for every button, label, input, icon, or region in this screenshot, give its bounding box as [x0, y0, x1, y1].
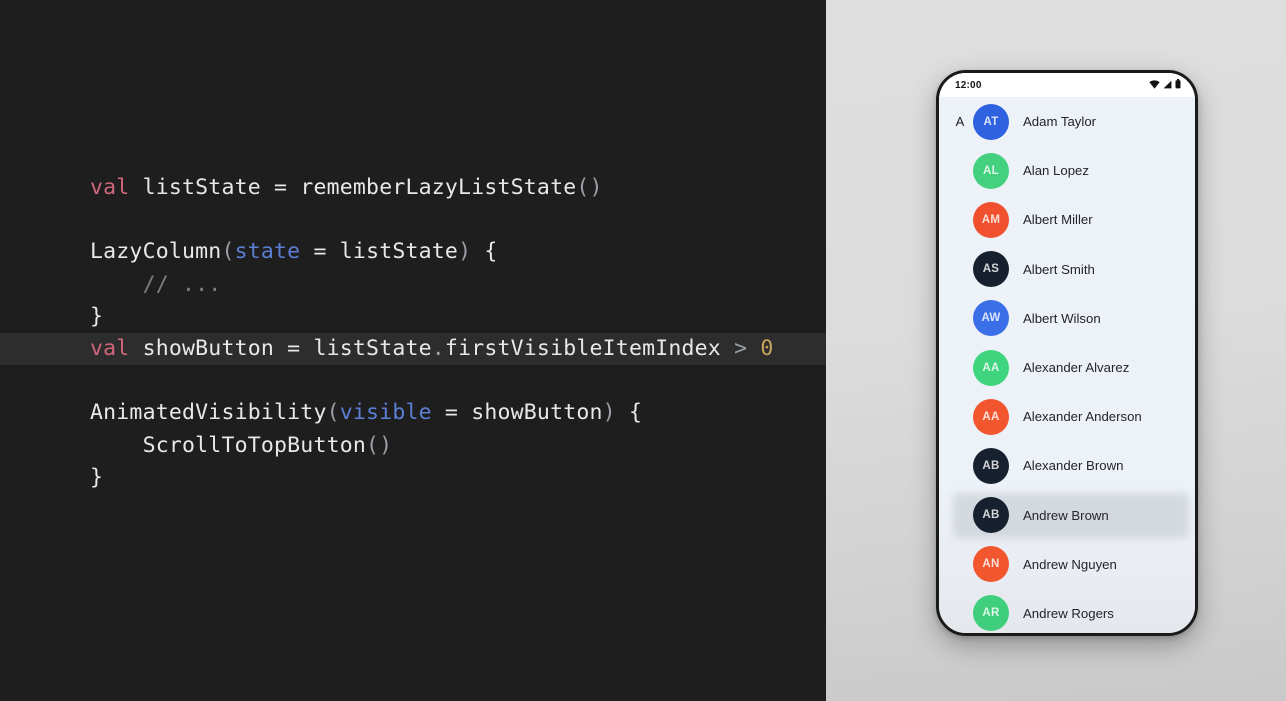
code-line: AnimatedVisibility(visible = showButton)… — [0, 397, 826, 429]
code-token: } — [90, 464, 104, 490]
code-token: LazyColumn — [90, 239, 222, 265]
contact-list-item[interactable]: AR Andrew Rogers — [939, 589, 1195, 633]
avatar: AT — [973, 103, 1009, 140]
avatar: AA — [973, 349, 1009, 386]
avatar: AB — [973, 497, 1009, 534]
code-block: val listState = rememberLazyListState() … — [0, 172, 826, 494]
code-token: = — [287, 335, 314, 361]
code-token: } — [90, 303, 104, 329]
code-token: > — [734, 335, 748, 361]
contact-name: Albert Smith — [1023, 261, 1095, 277]
code-token: visible — [339, 400, 432, 426]
battery-icon — [1175, 76, 1181, 94]
wifi-icon — [1149, 76, 1160, 94]
contact-name: Alan Lopez — [1023, 163, 1089, 179]
contact-name: Andrew Brown — [1023, 507, 1109, 523]
contact-list-item[interactable]: A AT Adam Taylor — [939, 97, 1195, 146]
phone-preview-panel: 12:00 A AT Adam Taylor AL Alan Lopez AM … — [826, 0, 1286, 701]
code-line — [0, 365, 826, 397]
code-token: = — [431, 400, 472, 426]
contact-name: Albert Miller — [1023, 212, 1093, 228]
code-token: val — [90, 175, 130, 200]
code-token: = — [274, 175, 301, 200]
avatar: AM — [973, 201, 1009, 238]
code-line: // ... — [0, 269, 826, 301]
code-token: () — [576, 175, 603, 200]
contact-list[interactable]: A AT Adam Taylor AL Alan Lopez AM Albert Mille… — [939, 97, 1195, 633]
avatar: AS — [973, 251, 1009, 288]
code-token: { — [615, 400, 643, 426]
signal-icon — [1163, 76, 1172, 94]
contact-name: Alexander Alvarez — [1023, 360, 1130, 376]
contact-list-item[interactable]: AA Alexander Alvarez — [939, 343, 1195, 392]
code-token: ( — [326, 400, 340, 426]
contact-list-item[interactable]: AB Alexander Brown — [939, 441, 1195, 490]
contact-list-item[interactable]: AM Albert Miller — [939, 195, 1195, 244]
contact-name: Alexander Anderson — [1023, 409, 1142, 425]
contact-name: Andrew Nguyen — [1023, 556, 1117, 572]
code-token: ( — [221, 239, 235, 265]
avatar: AW — [973, 300, 1009, 337]
avatar: AL — [973, 152, 1009, 189]
code-token: { — [471, 239, 498, 265]
phone-device-frame: 12:00 A AT Adam Taylor AL Alan Lopez AM … — [936, 70, 1198, 636]
section-header-letter: A — [955, 114, 965, 130]
code-token: rememberLazyListState — [300, 175, 577, 200]
code-token: = — [300, 239, 340, 265]
code-line — [0, 204, 826, 236]
status-bar-icons — [1149, 76, 1181, 94]
screenshot-root: val listState = rememberLazyListState() … — [0, 0, 1286, 701]
code-line: } — [0, 301, 826, 333]
contact-name: Andrew Rogers — [1023, 605, 1114, 621]
contact-name: Albert Wilson — [1023, 310, 1101, 326]
code-token: showButton — [129, 335, 288, 361]
avatar: AA — [973, 398, 1009, 435]
code-token: . — [431, 335, 445, 361]
contact-list-item[interactable]: AB Andrew Brown — [939, 491, 1195, 540]
code-token: state — [234, 239, 301, 265]
status-bar: 12:00 — [939, 73, 1195, 97]
code-line: val showButton = listState.firstVisibleI… — [0, 332, 826, 366]
contact-name: Adam Taylor — [1023, 114, 1097, 130]
code-panel: val listState = rememberLazyListState() … — [0, 0, 826, 701]
code-line: ScrollToTopButton() — [0, 430, 826, 462]
code-line: val listState = rememberLazyListState() — [0, 172, 826, 204]
contact-name: Alexander Brown — [1023, 458, 1124, 474]
code-token: ScrollToTopButton — [90, 432, 367, 458]
avatar: AN — [973, 546, 1009, 583]
code-token: // ... — [90, 271, 222, 297]
code-token: ) — [458, 239, 472, 265]
code-token: ) — [602, 400, 616, 426]
avatar: AB — [973, 447, 1009, 484]
status-bar-time: 12:00 — [955, 79, 982, 91]
code-token: AnimatedVisibility — [90, 400, 327, 426]
code-token: 0 — [760, 335, 774, 361]
contact-list-item[interactable]: AW Albert Wilson — [939, 294, 1195, 343]
code-token: listState — [129, 175, 275, 200]
code-token: () — [366, 432, 393, 458]
avatar: AR — [973, 595, 1009, 632]
contact-list-item[interactable]: AS Albert Smith — [939, 245, 1195, 294]
code-line: } — [0, 462, 826, 494]
code-token: firstVisibleItemIndex — [444, 335, 721, 361]
code-token: val — [90, 335, 130, 361]
code-token: listState — [313, 335, 432, 361]
code-token: listState — [339, 239, 459, 265]
code-token: showButton — [471, 400, 603, 426]
contact-list-item[interactable]: AA Alexander Anderson — [939, 392, 1195, 441]
contact-list-item[interactable]: AL Alan Lopez — [939, 146, 1195, 195]
contact-list-item[interactable]: AN Andrew Nguyen — [939, 540, 1195, 589]
code-line: LazyColumn(state = listState) { — [0, 236, 826, 268]
